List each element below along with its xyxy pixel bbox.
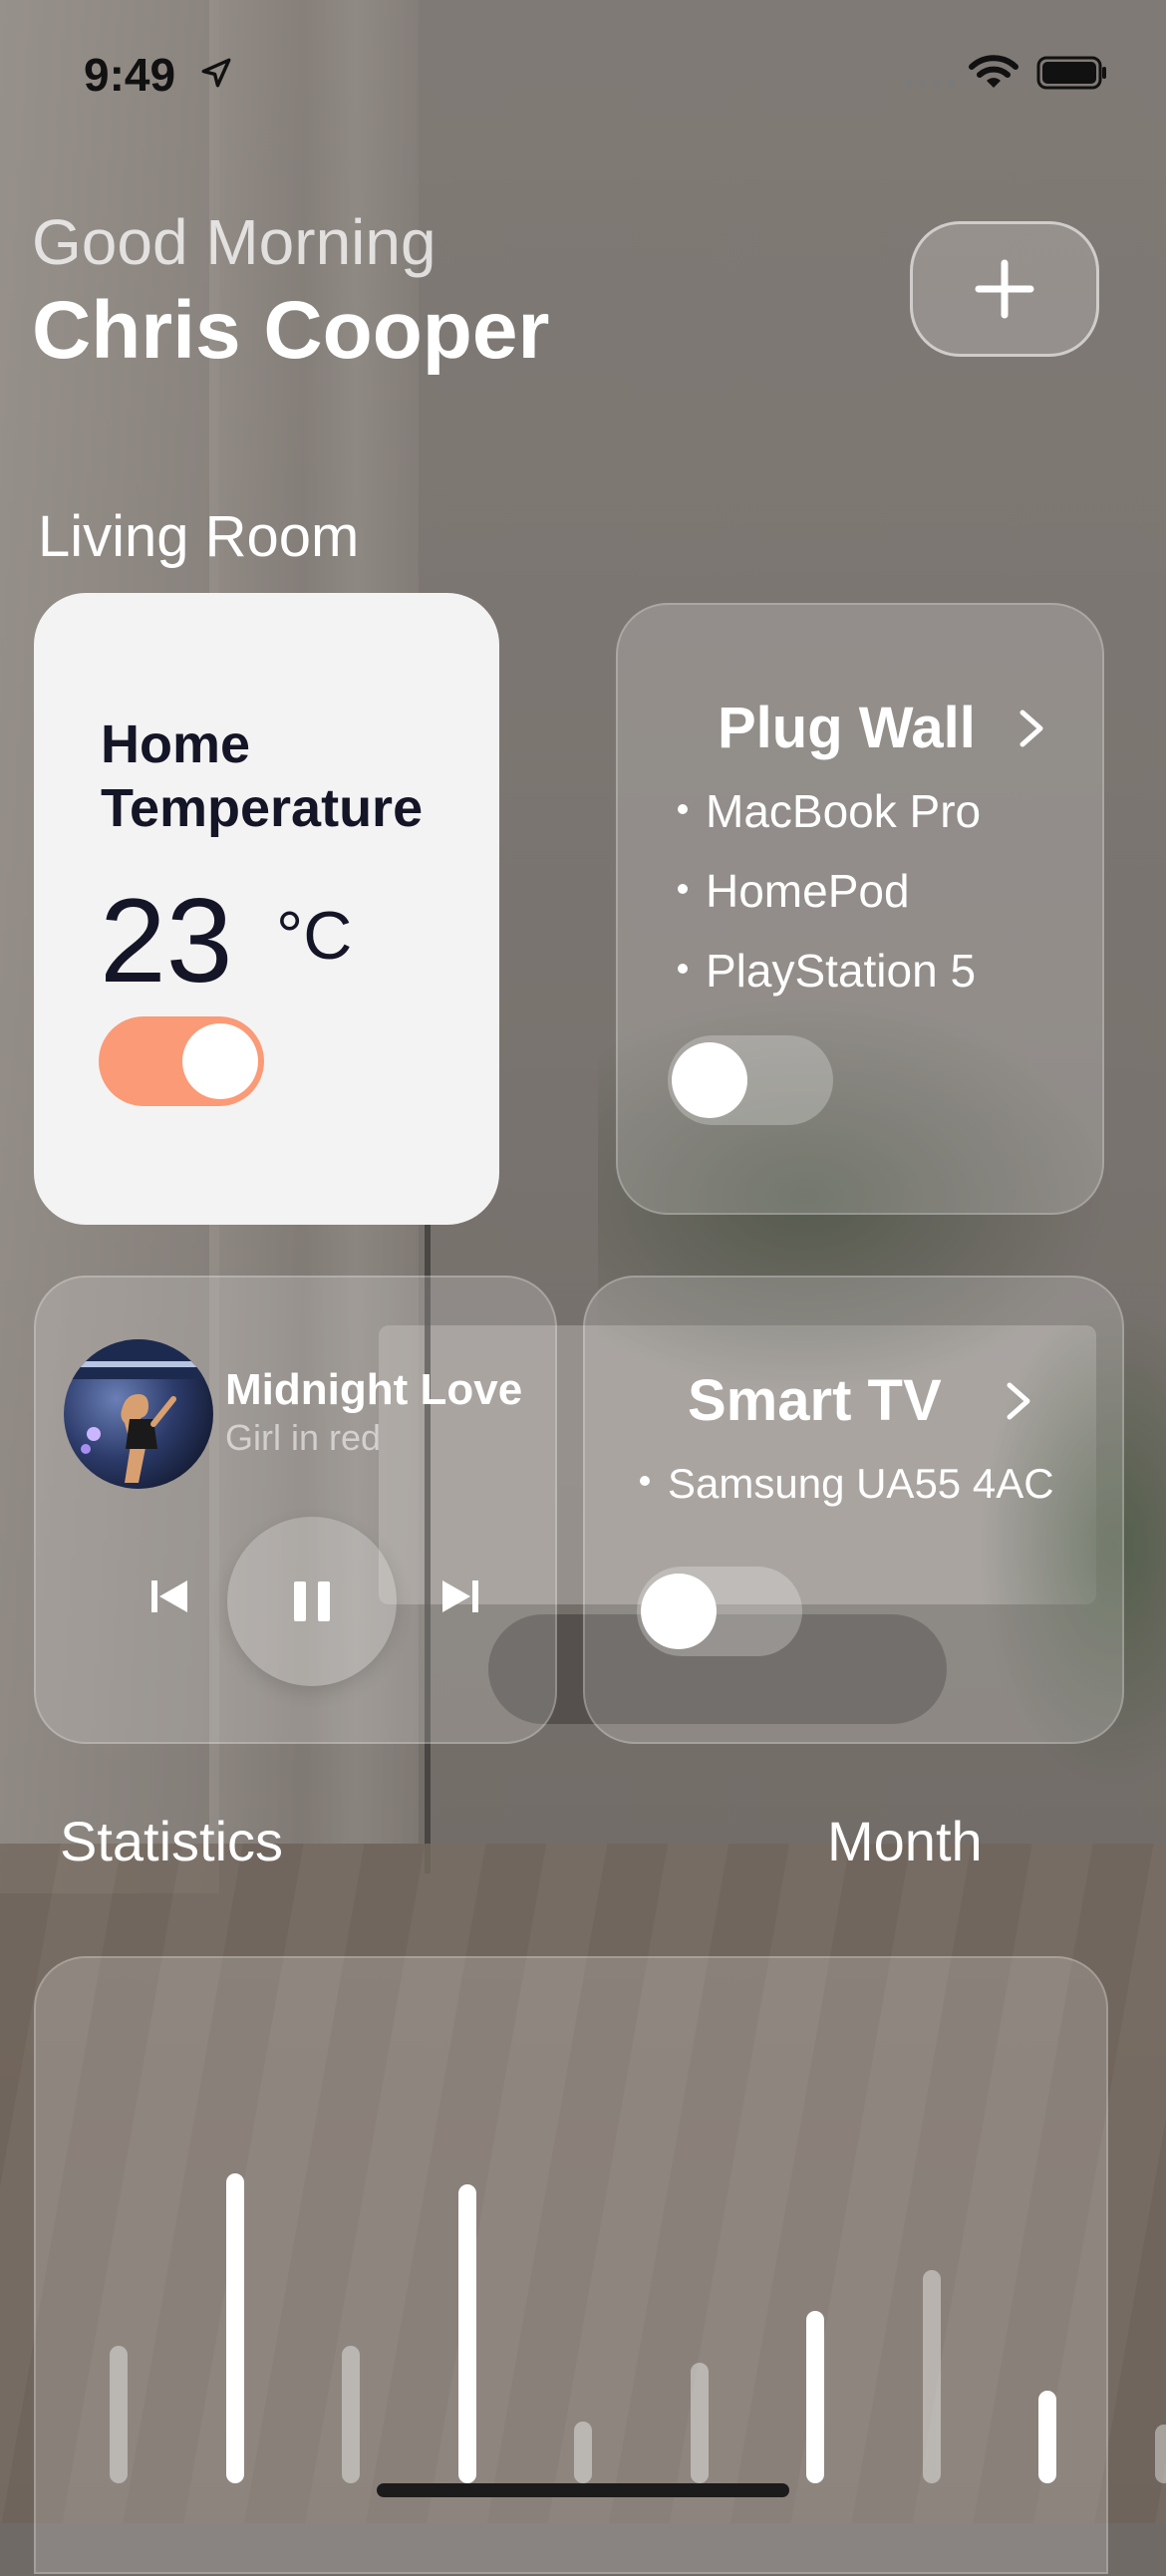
temperature-unit: °C bbox=[276, 897, 352, 975]
wifi-icon bbox=[969, 54, 1019, 92]
toggle-knob bbox=[672, 1042, 747, 1118]
chart-bar bbox=[691, 2363, 709, 2483]
plug-wall-card[interactable]: Plug Wall MacBook Pro HomePod PlayStatio… bbox=[616, 603, 1104, 1215]
chart-bar bbox=[923, 2270, 941, 2483]
statistics-chart-card bbox=[34, 1956, 1108, 2574]
chart-bar bbox=[110, 2346, 128, 2483]
user-name: Chris Cooper bbox=[32, 284, 549, 378]
greeting-text: Good Morning bbox=[32, 205, 437, 279]
chart-bar bbox=[342, 2346, 360, 2483]
device-name: Samsung UA55 4AC bbox=[668, 1460, 1054, 1507]
device-name: PlayStation 5 bbox=[706, 945, 976, 997]
pause-icon bbox=[290, 1577, 334, 1625]
temperature-toggle[interactable] bbox=[99, 1016, 264, 1106]
smart-tv-toggle[interactable] bbox=[637, 1567, 802, 1656]
plug-wall-toggle[interactable] bbox=[668, 1035, 833, 1125]
battery-icon bbox=[1036, 56, 1108, 90]
chart-bar bbox=[458, 2184, 476, 2483]
temperature-value: 23 bbox=[100, 872, 232, 1009]
temperature-card[interactable]: Home Temperature 23 °C bbox=[34, 593, 499, 1225]
smart-tv-card[interactable]: Smart TV Samsung UA55 4AC bbox=[583, 1276, 1124, 1744]
chart-bar bbox=[1038, 2391, 1056, 2483]
list-item: MacBook Pro bbox=[678, 784, 981, 864]
album-art-image bbox=[64, 1339, 213, 1489]
room-title: Living Room bbox=[38, 503, 359, 570]
previous-track-icon[interactable] bbox=[147, 1576, 193, 1616]
chart-bar bbox=[226, 2173, 244, 2483]
add-device-button[interactable] bbox=[910, 221, 1099, 357]
list-item: HomePod bbox=[678, 864, 981, 944]
device-name: HomePod bbox=[706, 865, 910, 917]
bullet bbox=[678, 804, 688, 814]
list-item: Samsung UA55 4AC bbox=[640, 1460, 1054, 1520]
list-item: PlayStation 5 bbox=[678, 944, 981, 1023]
chart-bar bbox=[806, 2311, 824, 2483]
toggle-knob bbox=[182, 1023, 258, 1099]
plug-device-list: MacBook Pro HomePod PlayStation 5 bbox=[678, 784, 981, 1023]
next-track-icon[interactable] bbox=[437, 1576, 482, 1616]
statistics-title: Statistics bbox=[60, 1809, 283, 1873]
status-bar: 9:49 bbox=[0, 0, 1166, 149]
period-selector[interactable]: Month bbox=[827, 1809, 983, 1873]
song-artist: Girl in red bbox=[225, 1417, 381, 1459]
chart-bar bbox=[1155, 2425, 1166, 2483]
home-indicator[interactable] bbox=[377, 2483, 789, 2497]
chevron-right-icon[interactable] bbox=[1004, 1379, 1033, 1423]
plug-wall-title: Plug Wall bbox=[718, 695, 976, 761]
chevron-right-icon[interactable] bbox=[1017, 707, 1046, 750]
chart-bar bbox=[574, 2422, 592, 2483]
cellular-signal-icon bbox=[903, 64, 963, 90]
bullet bbox=[678, 884, 688, 894]
smart-tv-title: Smart TV bbox=[688, 1367, 942, 1434]
pause-button[interactable] bbox=[227, 1517, 397, 1686]
location-arrow-icon bbox=[199, 56, 233, 90]
tv-device-list: Samsung UA55 4AC bbox=[640, 1460, 1054, 1520]
temperature-card-title: Home Temperature bbox=[101, 713, 459, 840]
status-time: 9:49 bbox=[84, 48, 175, 102]
music-player-card[interactable]: Midnight Love Girl in red bbox=[34, 1276, 557, 1744]
toggle-knob bbox=[641, 1574, 717, 1649]
song-title: Midnight Love bbox=[225, 1365, 522, 1415]
plus-icon bbox=[975, 259, 1034, 319]
album-art bbox=[64, 1339, 213, 1489]
bullet bbox=[640, 1476, 650, 1486]
device-name: MacBook Pro bbox=[706, 785, 981, 837]
bullet bbox=[678, 964, 688, 974]
